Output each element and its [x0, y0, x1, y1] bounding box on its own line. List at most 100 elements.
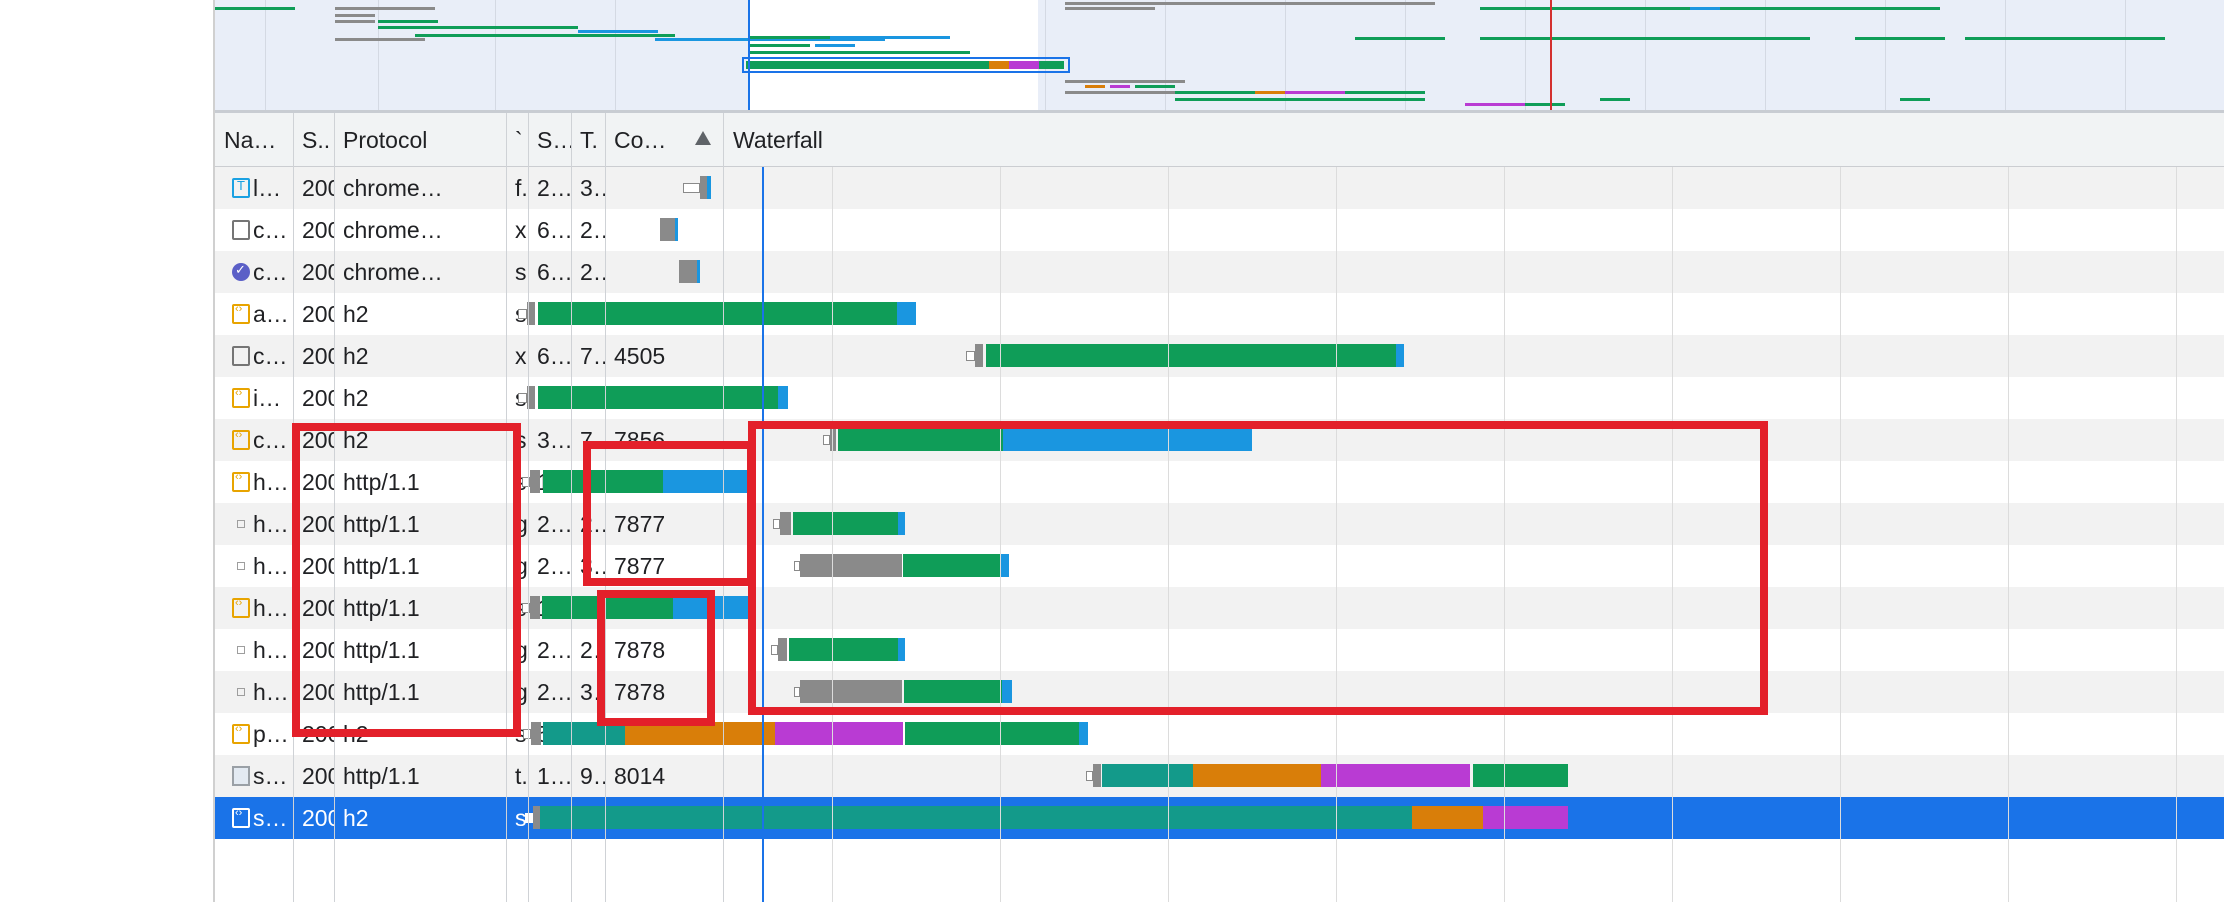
waterfall-phase-segment: [1321, 764, 1470, 787]
waterfall-phase-segment: [1102, 764, 1193, 787]
overview-bar: [815, 44, 855, 47]
waterfall-phase-segment: [1079, 722, 1088, 745]
cell-time: 2…: [580, 259, 605, 285]
overview-timeline[interactable]: [215, 0, 2224, 110]
overview-bar: [1690, 7, 1720, 10]
column-header-name[interactable]: Na…: [215, 113, 293, 167]
table-row[interactable]: i…200h2s.5…4…7856: [215, 377, 2224, 419]
cell-name: c…: [253, 217, 288, 243]
column-header-status[interactable]: S..: [293, 113, 334, 167]
waterfall-timing-bar[interactable]: [724, 335, 2224, 377]
cell-connection-id: [605, 251, 723, 293]
cell-size: 3…: [537, 427, 571, 453]
waterfall-timing-bar[interactable]: [679, 251, 2224, 293]
waterfall-timing-bar[interactable]: [518, 293, 2224, 335]
cell-status: 200: [302, 259, 334, 285]
overview-bar: [1965, 37, 2165, 40]
waterfall-phase-segment: [530, 596, 540, 619]
cell-name: l…: [253, 175, 282, 201]
cell-name: h…: [253, 637, 289, 663]
waterfall-timing-bar[interactable]: [518, 377, 2224, 419]
cell-scheme: f.: [515, 175, 528, 201]
table-row[interactable]: c… 200 chrome… x. 6… 2…: [215, 209, 2224, 251]
cell-name: i…: [253, 385, 282, 411]
cell-name: h…: [253, 511, 289, 537]
table-row[interactable]: c… 200 h2 x. 6… 7… 4505: [215, 335, 2224, 377]
waterfall-phase-segment: [905, 722, 1079, 745]
column-header-scheme[interactable]: `: [506, 113, 528, 167]
overview-gridline: [1525, 0, 1526, 110]
overview-bar: [1175, 91, 1255, 94]
column-divider[interactable]: [528, 113, 529, 902]
waterfall-timing-bar[interactable]: [525, 797, 2224, 839]
waterfall-timing-bar[interactable]: [523, 713, 2224, 755]
table-row-selected[interactable]: s…200h2s.4…1…8017: [215, 797, 2224, 839]
overview-bar: [1600, 98, 1630, 101]
column-header-protocol[interactable]: Protocol: [334, 113, 506, 167]
waterfall-timing-bar[interactable]: [683, 167, 2224, 209]
cell-protocol: h2: [343, 343, 369, 369]
cell-size: 2…: [537, 175, 571, 201]
column-header-waterfall[interactable]: Waterfall: [724, 113, 1124, 167]
waterfall-gridline: [2008, 167, 2009, 902]
cell-connection-id: 8014: [614, 763, 666, 789]
overview-bar: [1285, 91, 1345, 94]
waterfall-phase-segment: [540, 806, 1412, 829]
table-row[interactable]: l… 200 chrome… f. 2… 3…: [215, 167, 2224, 209]
overview-bar: [1395, 98, 1425, 101]
cell-size: 6…: [537, 343, 571, 369]
overview-bar: [578, 30, 658, 33]
overview-bar: [335, 14, 375, 17]
overview-bar: [1900, 98, 1930, 101]
cell-status: 200: [302, 805, 334, 831]
cell-protocol: http/1.1: [343, 763, 420, 789]
waterfall-phase-segment: [1473, 764, 1568, 787]
cell-status: 200: [302, 301, 334, 327]
waterfall-phase-segment: [897, 302, 916, 325]
waterfall-phase-segment: [775, 722, 903, 745]
overview-bar: [750, 44, 810, 47]
cell-status: 200: [302, 385, 334, 411]
table-row[interactable]: c… 200 chrome… s. 6… 2…: [215, 251, 2224, 293]
column-header-time[interactable]: T.: [571, 113, 605, 167]
waterfall-phase-segment: [538, 302, 897, 325]
overview-gridline: [1045, 0, 1046, 110]
overview-selected-window[interactable]: [748, 0, 1038, 110]
cell-name: c…: [253, 343, 288, 369]
cell-protocol: h2: [343, 385, 369, 411]
waterfall-timing-bar[interactable]: [660, 209, 2224, 251]
overview-gridline: [1765, 0, 1766, 110]
waterfall-phase-segment: [1193, 764, 1321, 787]
waterfall-timing-bar[interactable]: [724, 755, 2224, 797]
overview-highlight-box[interactable]: [742, 57, 1070, 73]
table-row[interactable]: s… 200 http/1.1 t. 1… 9… 8014: [215, 755, 2224, 797]
overview-bar: [750, 51, 970, 54]
overview-bar: [1255, 91, 1285, 94]
cell-name: h…: [253, 553, 289, 579]
column-divider[interactable]: [571, 113, 572, 902]
cell-name: c…: [253, 427, 288, 453]
cell-size: 2…: [537, 553, 571, 579]
overview-bar: [1525, 103, 1565, 106]
cell-size: 1…: [537, 763, 571, 789]
overview-bar: [1110, 85, 1130, 88]
waterfall-phase-segment: [986, 344, 1396, 367]
table-header: Na… S.. Protocol ` S… T. Co… Waterfall: [215, 113, 2224, 167]
cell-size: 2…: [537, 637, 571, 663]
cell-name: a…: [253, 301, 289, 327]
overview-bar: [415, 34, 675, 37]
overview-bar: [1720, 7, 1940, 10]
column-header-size[interactable]: S…: [528, 113, 571, 167]
waterfall-queue-segment: [683, 183, 700, 193]
cell-name: s…: [253, 763, 288, 789]
waterfall-phase-segment: [533, 806, 540, 829]
overview-bar: [1065, 7, 1155, 10]
table-row[interactable]: a…200h2s.2…6…4505: [215, 293, 2224, 335]
cell-time: 9…: [580, 763, 605, 789]
waterfall-queue-segment: [525, 813, 533, 823]
annotation-box-waterfall: [748, 421, 1768, 715]
column-header-connection-id[interactable]: Co…: [605, 113, 687, 167]
overview-bar: [335, 7, 435, 10]
cell-size: 6…: [537, 259, 571, 285]
cell-status: 200: [302, 217, 334, 243]
